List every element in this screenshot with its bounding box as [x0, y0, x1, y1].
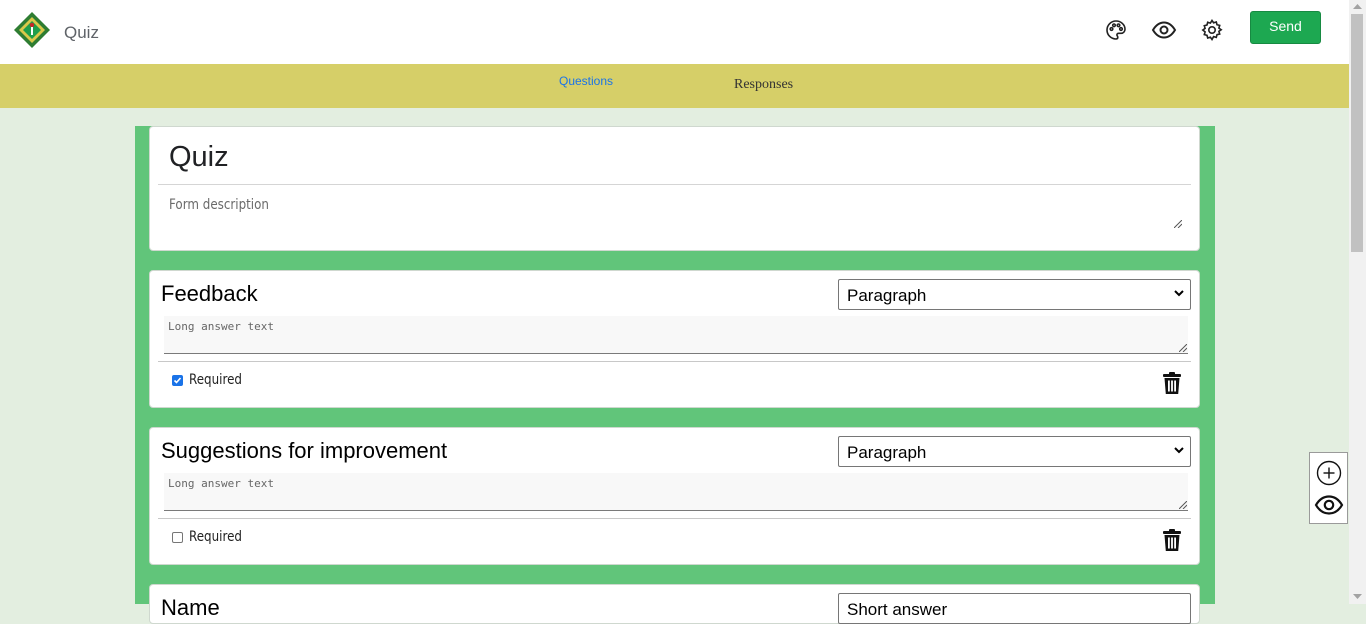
add-question-icon[interactable]: [1316, 460, 1342, 486]
resize-handle-icon[interactable]: [1179, 344, 1187, 352]
question-type-value: Paragraph: [847, 286, 927, 305]
question-type-select[interactable]: Short answer: [838, 593, 1191, 624]
question-title[interactable]: Feedback: [161, 281, 258, 307]
floating-toolbar: [1309, 452, 1348, 524]
form-title-card: Quiz Form description: [149, 126, 1200, 251]
divider: [158, 518, 1191, 519]
answer-textarea[interactable]: Long answer text: [164, 316, 1188, 354]
question-card-suggestions: Suggestions for improvement Paragraph Lo…: [149, 427, 1200, 565]
question-type-select[interactable]: Paragraph: [838, 436, 1191, 467]
required-label: Required: [189, 529, 242, 545]
question-type-value: Paragraph: [847, 443, 927, 462]
chevron-down-icon: [1174, 447, 1184, 454]
preview-eye-icon[interactable]: [1314, 494, 1344, 516]
question-card-name: Name Short answer: [149, 584, 1200, 624]
delete-trash-icon[interactable]: [1161, 371, 1183, 395]
question-type-select[interactable]: Paragraph: [838, 279, 1191, 310]
palette-icon[interactable]: [1102, 16, 1130, 44]
required-label: Required: [189, 372, 242, 388]
divider: [158, 184, 1191, 185]
question-type-value: Short answer: [847, 600, 948, 619]
question-title[interactable]: Suggestions for improvement: [161, 438, 447, 464]
required-checkbox[interactable]: [172, 375, 183, 386]
preview-eye-icon[interactable]: [1150, 16, 1178, 44]
app-logo-icon: [14, 12, 50, 48]
tab-bar: Questions Responses: [0, 64, 1349, 108]
app-title: Quiz: [64, 23, 99, 42]
send-button[interactable]: Send: [1250, 11, 1321, 44]
form-title[interactable]: Quiz: [169, 141, 229, 174]
answer-placeholder: Long answer text: [168, 477, 274, 490]
scroll-up-arrow-icon[interactable]: [1353, 3, 1362, 9]
chevron-down-icon: [1174, 290, 1184, 297]
answer-textarea[interactable]: Long answer text: [164, 473, 1188, 511]
divider: [158, 361, 1191, 362]
settings-gear-icon[interactable]: [1198, 16, 1226, 44]
tab-responses[interactable]: Responses: [734, 77, 793, 93]
scroll-down-arrow-icon[interactable]: [1353, 594, 1362, 600]
top-bar: Quiz Send: [0, 0, 1349, 64]
resize-handle-icon[interactable]: [1174, 220, 1182, 228]
form-description-field[interactable]: Form description: [169, 197, 269, 213]
delete-trash-icon[interactable]: [1161, 528, 1183, 552]
scrollbar-thumb[interactable]: [1351, 14, 1363, 252]
question-title[interactable]: Name: [161, 595, 220, 621]
question-card-feedback: Feedback Paragraph Long answer text Requ…: [149, 270, 1200, 408]
required-checkbox[interactable]: [172, 532, 183, 543]
resize-handle-icon[interactable]: [1179, 501, 1187, 509]
tab-questions[interactable]: Questions: [559, 74, 613, 88]
answer-placeholder: Long answer text: [168, 320, 274, 333]
